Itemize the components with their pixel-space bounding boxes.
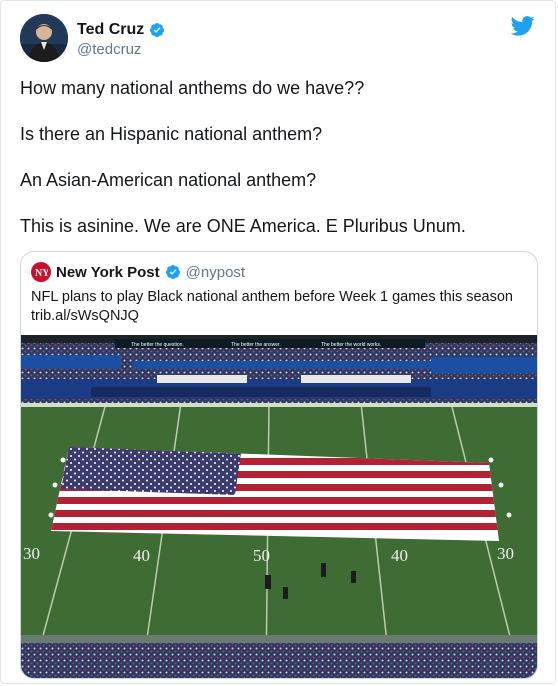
author-avatar[interactable] xyxy=(20,14,68,62)
nypost-avatar: NY xyxy=(31,262,51,282)
quoted-author-name[interactable]: New York Post xyxy=(56,264,160,281)
yard-number: 30 xyxy=(23,544,40,563)
stadium-flag-photo[interactable]: The better the question. The better the … xyxy=(21,335,538,679)
verified-badge-icon xyxy=(150,23,165,37)
tweet-line: An Asian-American national anthem? xyxy=(20,170,317,190)
twitter-bird-icon[interactable] xyxy=(511,15,535,37)
yard-number: 50 xyxy=(253,546,270,565)
tweet-line: This is asinine. We are ONE America. E P… xyxy=(20,216,466,236)
yard-number: 40 xyxy=(391,546,408,565)
banner-text: The better the world works. xyxy=(321,342,381,348)
tweet-body: How many national anthems do we have?? I… xyxy=(20,77,540,238)
banner-text: The better the question. xyxy=(131,342,184,348)
yard-number: 30 xyxy=(497,544,514,563)
svg-text:NY: NY xyxy=(35,268,48,279)
author-name[interactable]: Ted Cruz xyxy=(77,21,144,39)
banner-text: The better the answer. xyxy=(231,342,281,348)
quoted-tweet[interactable]: NY New York Post @nypost NFL plans to pl… xyxy=(20,251,538,679)
quoted-link[interactable]: trib.al/sWsQNJQ xyxy=(31,307,513,326)
quoted-author-handle[interactable]: @nypost xyxy=(186,264,245,281)
verified-badge-icon xyxy=(165,265,180,279)
author-handle[interactable]: @tedcruz xyxy=(77,41,141,58)
quoted-header: NY New York Post @nypost xyxy=(31,262,245,282)
tweet-line: How many national anthems do we have?? xyxy=(20,78,365,98)
stadium-banners: The better the question. The better the … xyxy=(115,339,425,348)
quoted-headline: NFL plans to play Black national anthem … xyxy=(31,289,513,305)
quoted-text: NFL plans to play Black national anthem … xyxy=(31,288,513,326)
yard-number: 40 xyxy=(133,546,150,565)
tweet-card[interactable]: Ted Cruz @tedcruz How many national anth… xyxy=(0,0,556,684)
author-name-row: Ted Cruz xyxy=(77,21,165,39)
tweet-line: Is there an Hispanic national anthem? xyxy=(20,124,323,144)
